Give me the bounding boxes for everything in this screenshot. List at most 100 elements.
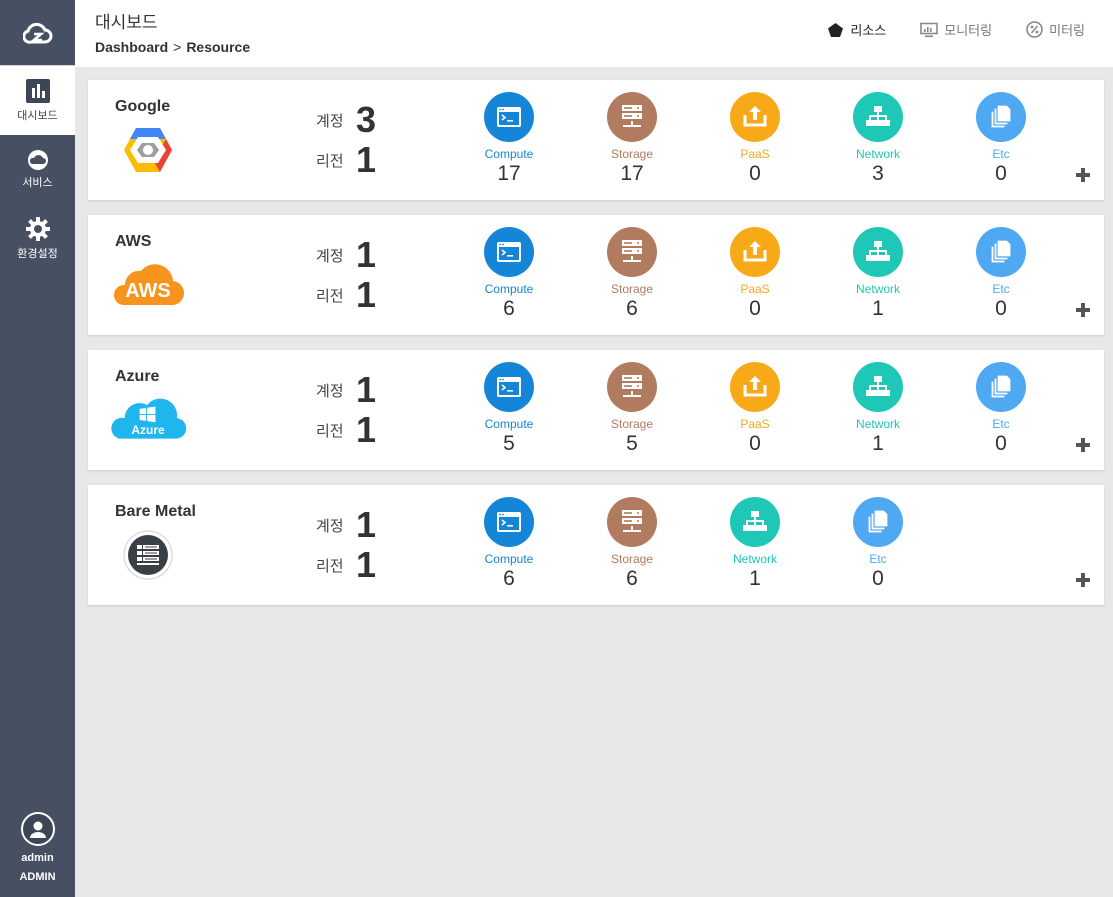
resource-compute[interactable]: Compute 6: [469, 227, 549, 321]
account-count[interactable]: 1: [356, 237, 376, 273]
resource-network[interactable]: Network 1: [838, 227, 918, 321]
account-label: 계정: [316, 246, 344, 265]
resource-paas[interactable]: PaaS 0: [715, 227, 795, 321]
provider-card: AWS AWS 계정 1 리전 1 Compute 6 Storage 6 PaaS 0 Network…: [88, 215, 1104, 335]
etc-icon[interactable]: [853, 497, 903, 547]
paas-icon[interactable]: [730, 227, 780, 277]
tab-resource[interactable]: 리소스: [827, 20, 886, 39]
resource-network[interactable]: Network 1: [715, 497, 795, 591]
resource-label: Storage: [610, 282, 654, 296]
resource-etc[interactable]: Etc 0: [961, 92, 1041, 186]
view-tabs: 리소스 모니터링 미터링: [827, 20, 1085, 39]
add-icon[interactable]: [1076, 168, 1090, 182]
resource-label: Etc: [869, 552, 887, 566]
cloud-icon: [27, 149, 48, 170]
storage-icon[interactable]: [607, 362, 657, 412]
add-icon[interactable]: [1076, 573, 1090, 587]
account-count[interactable]: 1: [356, 372, 376, 408]
tab-label: 미터링: [1049, 24, 1085, 39]
provider-name: Google: [115, 98, 171, 115]
compute-icon[interactable]: [484, 92, 534, 142]
resource-storage[interactable]: Storage 17: [592, 92, 672, 186]
paas-icon[interactable]: [730, 92, 780, 142]
resource-count: 6: [503, 297, 515, 320]
region-count[interactable]: 1: [356, 547, 376, 583]
storage-icon[interactable]: [607, 497, 657, 547]
sidebar-item-service[interactable]: 서비스: [0, 135, 75, 204]
account-count[interactable]: 1: [356, 507, 376, 543]
percent-icon: [1026, 21, 1043, 38]
compute-icon[interactable]: [484, 362, 534, 412]
storage-icon[interactable]: [607, 92, 657, 142]
network-icon[interactable]: [853, 92, 903, 142]
resource-storage[interactable]: Storage 6: [592, 497, 672, 591]
sidebar-item-label: 대시보드: [17, 108, 58, 122]
network-icon[interactable]: [853, 227, 903, 277]
bar-chart-icon: [25, 78, 50, 103]
account-stat: 계정 3: [316, 102, 376, 138]
resource-count: 17: [620, 162, 644, 185]
resource-storage[interactable]: Storage 5: [592, 362, 672, 456]
resource-compute[interactable]: Compute 6: [469, 497, 549, 591]
resource-compute[interactable]: Compute 5: [469, 362, 549, 456]
user-role: ADMIN: [19, 871, 56, 883]
user-name: admin: [21, 852, 54, 864]
provider-name: Bare Metal: [115, 503, 196, 520]
resource-storage[interactable]: Storage 6: [592, 227, 672, 321]
resource-label: Etc: [992, 417, 1010, 431]
compute-icon[interactable]: [484, 227, 534, 277]
resource-label: Network: [732, 552, 777, 566]
account-label: 계정: [316, 381, 344, 400]
resource-label: Network: [855, 417, 900, 431]
region-count[interactable]: 1: [356, 142, 376, 178]
sidebar-item-settings[interactable]: 환경설정: [0, 204, 75, 273]
resource-etc[interactable]: Etc 0: [961, 227, 1041, 321]
region-count[interactable]: 1: [356, 277, 376, 313]
cloud-logo-icon: [22, 22, 52, 44]
compute-icon[interactable]: [484, 497, 534, 547]
resource-count: 0: [749, 297, 761, 320]
breadcrumb-item-dashboard[interactable]: Dashboard: [95, 39, 168, 55]
resource-etc[interactable]: Etc 0: [838, 497, 918, 591]
resource-label: Compute: [484, 282, 534, 296]
etc-icon[interactable]: [976, 92, 1026, 142]
account-stat: 계정 1: [316, 507, 376, 543]
network-icon[interactable]: [730, 497, 780, 547]
region-label: 리전: [316, 556, 344, 575]
header: 대시보드 Dashboard > Resource 리소스 모니터링 미터링: [75, 0, 1113, 67]
add-icon[interactable]: [1076, 438, 1090, 452]
resource-label: PaaS: [740, 282, 770, 296]
avatar[interactable]: [20, 812, 55, 846]
storage-icon[interactable]: [607, 227, 657, 277]
resource-network[interactable]: Network 3: [838, 92, 918, 186]
cloud-logo[interactable]: [0, 0, 75, 66]
user-profile[interactable]: admin ADMIN: [0, 812, 75, 883]
resource-paas[interactable]: PaaS 0: [715, 362, 795, 456]
tab-monitoring[interactable]: 모니터링: [920, 20, 992, 39]
paas-icon[interactable]: [730, 362, 780, 412]
etc-icon[interactable]: [976, 362, 1026, 412]
breadcrumb-item-resource: Resource: [186, 39, 251, 55]
account-stat: 계정 1: [316, 237, 376, 273]
region-stat: 리전 1: [316, 547, 376, 583]
etc-icon[interactable]: [976, 227, 1026, 277]
resource-label: Etc: [992, 282, 1010, 296]
account-label: 계정: [316, 516, 344, 535]
region-count[interactable]: 1: [356, 412, 376, 448]
network-icon[interactable]: [853, 362, 903, 412]
resource-count: 0: [749, 432, 761, 455]
account-count[interactable]: 3: [356, 102, 376, 138]
resource-network[interactable]: Network 1: [838, 362, 918, 456]
resource-count: 6: [626, 567, 638, 590]
add-icon[interactable]: [1076, 303, 1090, 317]
breadcrumb-separator: >: [173, 39, 182, 55]
tab-metering[interactable]: 미터링: [1026, 20, 1085, 39]
sidebar-item-label: 서비스: [22, 175, 53, 189]
resource-compute[interactable]: Compute 17: [469, 92, 549, 186]
sidebar-item-dashboard[interactable]: 대시보드: [0, 66, 75, 135]
resource-count: 6: [626, 297, 638, 320]
resource-etc[interactable]: Etc 0: [961, 362, 1041, 456]
resource-paas[interactable]: PaaS 0: [715, 92, 795, 186]
breadcrumb: Dashboard > Resource: [95, 39, 250, 55]
monitor-icon: [920, 22, 939, 37]
